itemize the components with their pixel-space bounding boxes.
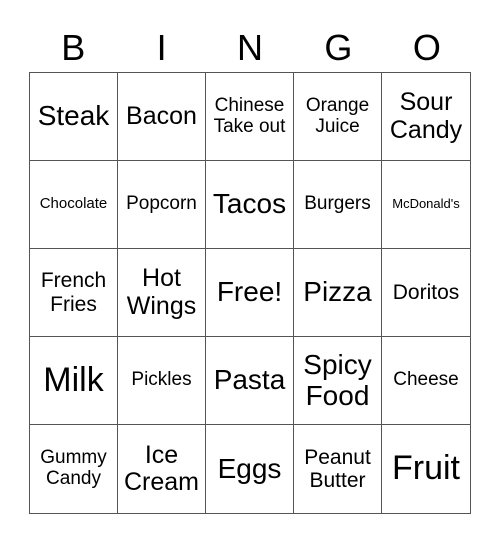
bingo-cell[interactable]: Pizza <box>294 249 382 337</box>
bingo-cell[interactable]: Hot Wings <box>118 249 206 337</box>
header-letter-i: I <box>156 27 167 68</box>
bingo-cell[interactable]: Fruit <box>382 425 470 513</box>
bingo-cell[interactable]: Chinese Take out <box>206 73 294 161</box>
bingo-cell[interactable]: French Fries <box>30 249 118 337</box>
bingo-cell[interactable]: Doritos <box>382 249 470 337</box>
bingo-cell[interactable]: Steak <box>30 73 118 161</box>
bingo-cell[interactable]: Orange Juice <box>294 73 382 161</box>
bingo-cell[interactable]: Peanut Butter <box>294 425 382 513</box>
bingo-cell[interactable]: Eggs <box>206 425 294 513</box>
bingo-cell[interactable]: Bacon <box>118 73 206 161</box>
free-space-cell[interactable]: Free! <box>206 249 294 337</box>
bingo-cell[interactable]: Burgers <box>294 161 382 249</box>
header-letter-n: N <box>237 27 264 68</box>
bingo-cell[interactable]: Pickles <box>118 337 206 425</box>
bingo-cell[interactable]: Popcorn <box>118 161 206 249</box>
header-letter-o: O <box>412 27 441 68</box>
bingo-cell[interactable]: Chocolate <box>30 161 118 249</box>
bingo-cell[interactable]: Ice Cream <box>118 425 206 513</box>
bingo-grid: Steak Bacon Chinese Take out Orange Juice So… <box>29 72 471 514</box>
bingo-cell[interactable]: Pasta <box>206 337 294 425</box>
bingo-cell[interactable]: Spicy Food <box>294 337 382 425</box>
bingo-header: B I N G O <box>29 24 471 72</box>
bingo-cell[interactable]: Cheese <box>382 337 470 425</box>
bingo-cell[interactable]: McDonald's <box>382 161 470 249</box>
bingo-cell[interactable]: Tacos <box>206 161 294 249</box>
bingo-cell[interactable]: Gummy Candy <box>30 425 118 513</box>
bingo-cell[interactable]: Sour Candy <box>382 73 470 161</box>
bingo-cell[interactable]: Milk <box>30 337 118 425</box>
header-letter-b: B <box>61 27 86 68</box>
header-letter-g: G <box>324 27 353 68</box>
